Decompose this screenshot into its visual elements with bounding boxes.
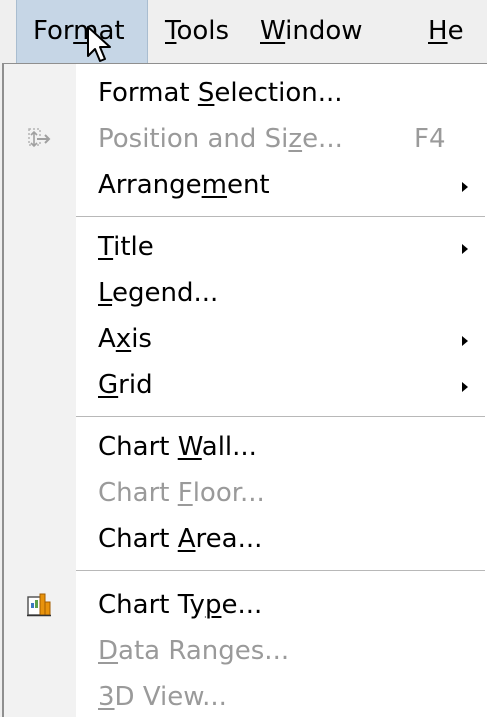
menu-item-title[interactable]: Title — [4, 224, 487, 270]
menu-bar: Format Tools Window He — [0, 0, 487, 64]
menu-window-label-end: indow — [285, 16, 363, 46]
move-arrows-icon — [28, 128, 51, 148]
menu-tools-accelerator: T — [165, 16, 177, 46]
menu-item-label: 3D View... — [98, 682, 227, 712]
submenu-arrow-icon — [462, 244, 468, 254]
format-dropdown-menu: Format Selection... Position and Size...… — [2, 63, 487, 717]
menu-window-accelerator: W — [260, 16, 286, 46]
menu-item-label: Data Ranges... — [98, 636, 290, 666]
menu-item-label: Position and Size... — [98, 124, 343, 154]
mouse-pointer-icon — [87, 26, 111, 62]
menu-item-axis[interactable]: Axis — [4, 316, 487, 362]
menu-item-chart-wall[interactable]: Chart Wall... — [4, 424, 487, 470]
menu-separator — [76, 570, 485, 572]
menu-item-label: Axis — [98, 324, 152, 354]
menu-format[interactable]: Format — [16, 0, 148, 64]
menu-separator — [76, 216, 485, 218]
menu-item-3d-view[interactable]: 3D View... — [4, 674, 487, 717]
menu-item-label: Chart Type... — [98, 590, 263, 620]
menu-window[interactable]: Window — [260, 0, 363, 64]
menu-item-label: Chart Floor... — [98, 478, 265, 508]
menu-item-chart-floor[interactable]: Chart Floor... — [4, 470, 487, 516]
submenu-arrow-icon — [462, 382, 468, 392]
menu-item-label: Title — [98, 232, 154, 262]
menu-item-position-and-size[interactable]: Position and Size... F4 — [4, 116, 487, 162]
menu-item-chart-area[interactable]: Chart Area... — [4, 516, 487, 562]
menu-help-accelerator: H — [428, 16, 448, 46]
screen: Format Tools Window He Format Selection.… — [0, 0, 487, 717]
menu-help[interactable]: He — [428, 0, 464, 64]
menu-tools-label-end: ools — [176, 16, 230, 46]
menu-item-label: Grid — [98, 370, 153, 400]
menu-item-label: Format Selection... — [98, 78, 343, 108]
submenu-arrow-icon — [462, 336, 468, 346]
menu-format-label-start: For — [33, 16, 74, 46]
chart-type-icon — [27, 593, 51, 617]
menu-item-shortcut: F4 — [414, 124, 446, 154]
menu-help-label-end: e — [447, 16, 464, 46]
menu-item-label: Chart Area... — [98, 524, 263, 554]
menu-item-label: Legend... — [98, 278, 219, 308]
menu-item-label: Chart Wall... — [98, 432, 257, 462]
menu-item-arrangement[interactable]: Arrangement — [4, 162, 487, 208]
menu-item-label: Arrangement — [98, 170, 270, 200]
menu-item-chart-type[interactable]: Chart Type... — [4, 582, 487, 628]
menu-item-data-ranges[interactable]: Data Ranges... — [4, 628, 487, 674]
submenu-arrow-icon — [462, 182, 468, 192]
menu-item-format-selection[interactable]: Format Selection... — [4, 70, 487, 116]
menu-item-grid[interactable]: Grid — [4, 362, 487, 408]
menu-separator — [76, 416, 485, 418]
menu-tools[interactable]: Tools — [165, 0, 229, 64]
menu-item-legend[interactable]: Legend... — [4, 270, 487, 316]
